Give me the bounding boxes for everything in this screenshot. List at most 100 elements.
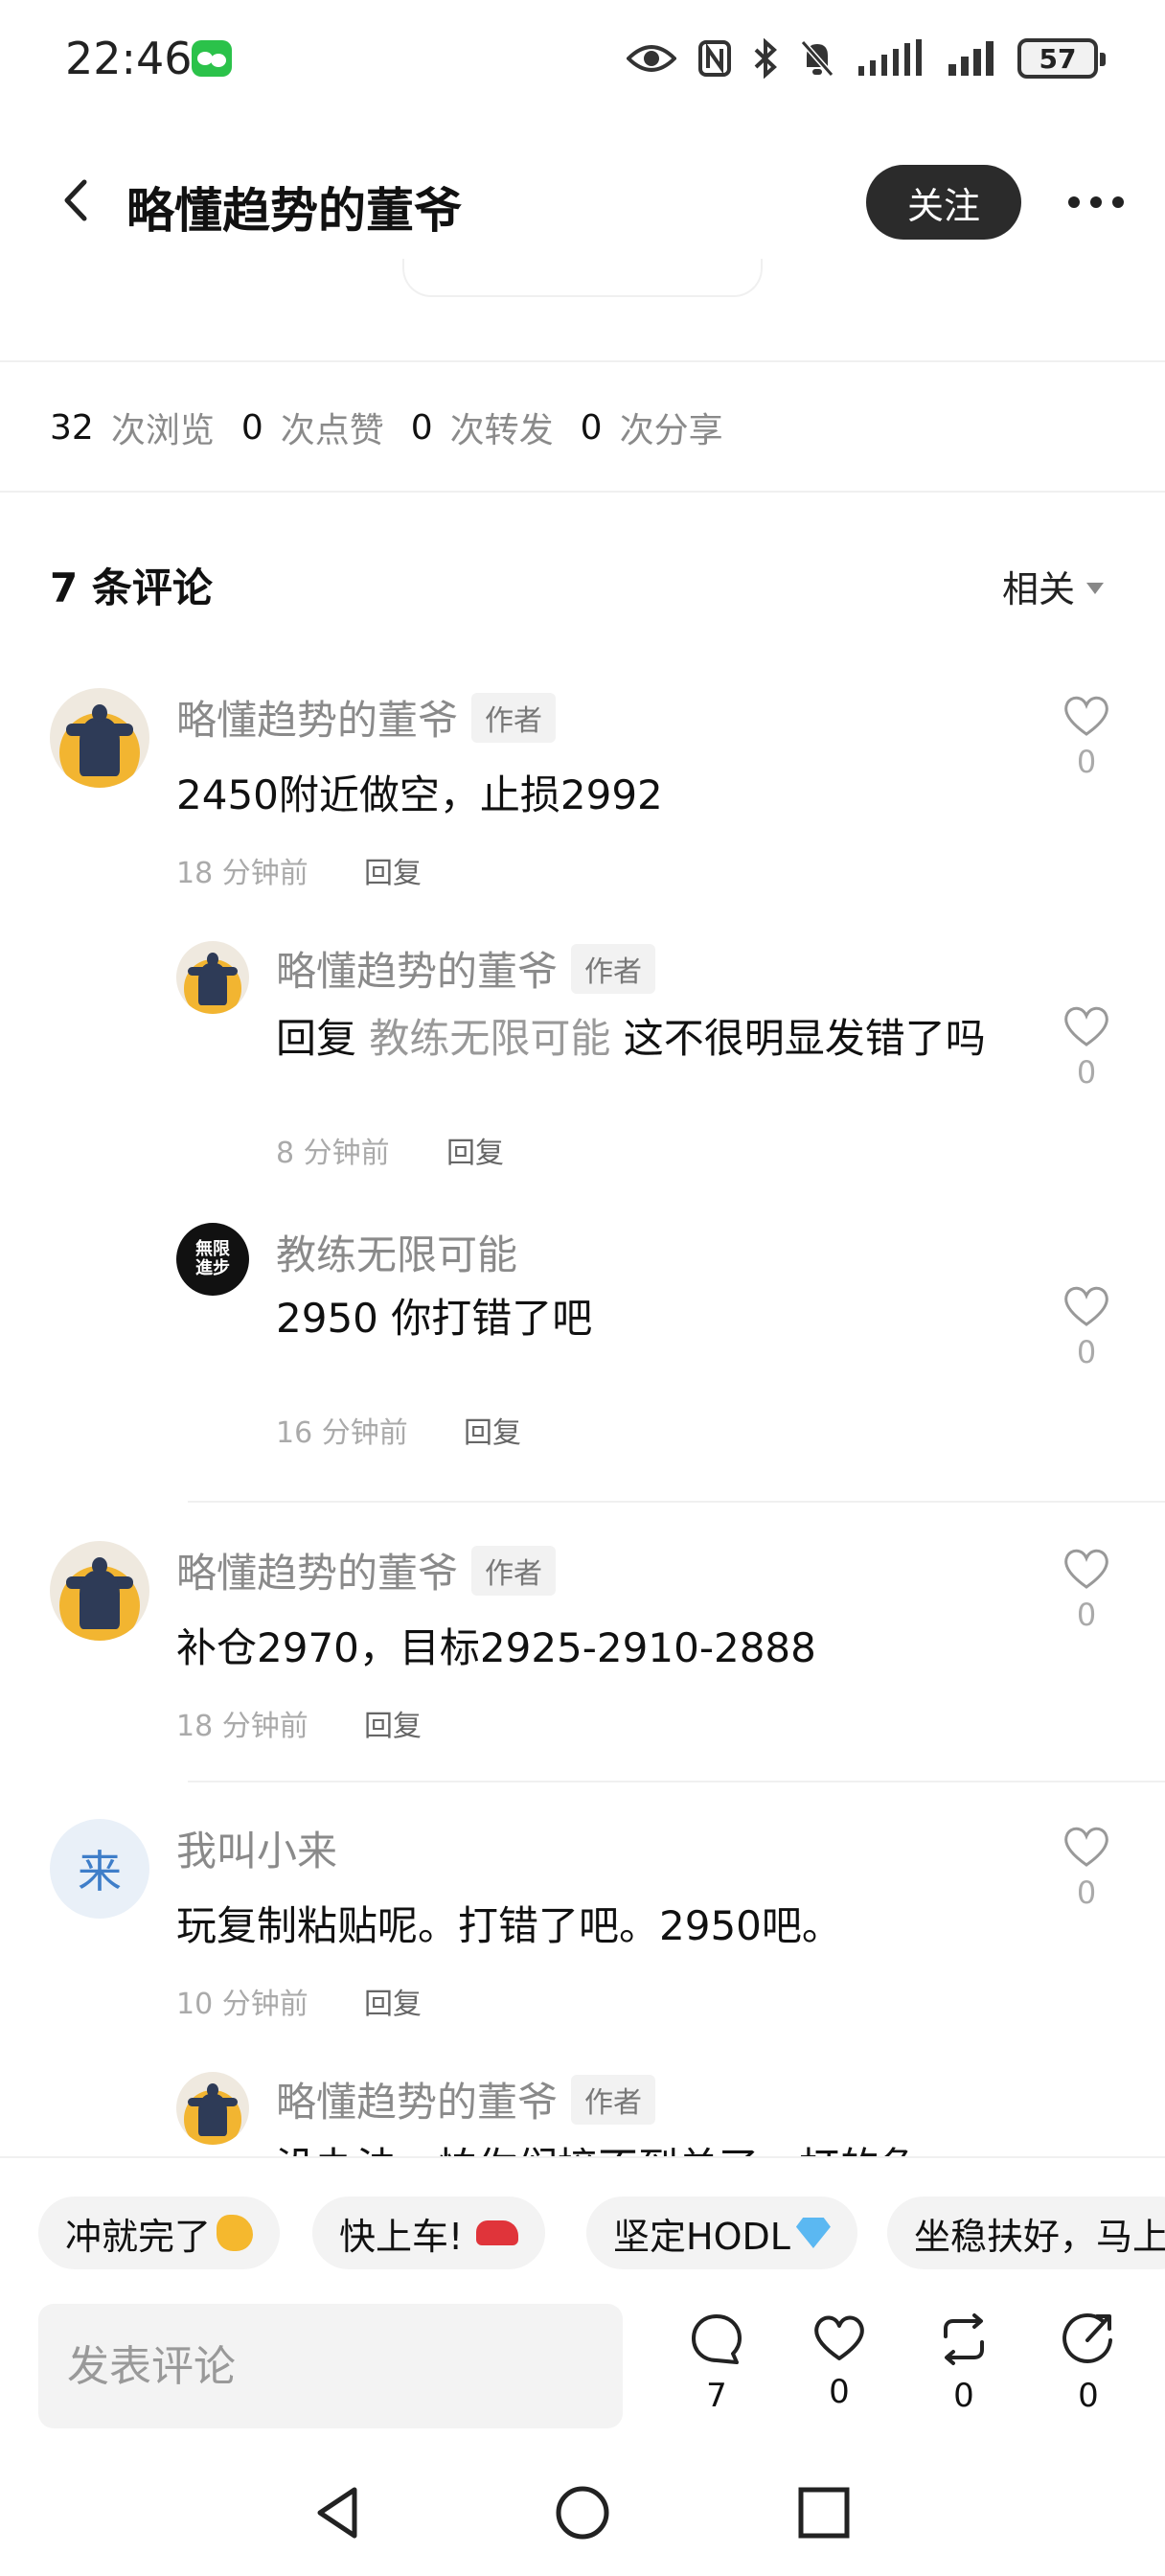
reply-button[interactable]: 回复 (364, 1702, 422, 1744)
divider (0, 491, 1165, 493)
like-button[interactable]: 0 (1060, 1823, 1113, 1911)
like-count: 0 (1076, 744, 1097, 780)
avatar[interactable] (50, 688, 149, 788)
reply-button[interactable]: 回复 (464, 1409, 521, 1451)
share-icon (1062, 2313, 1112, 2363)
battery-indicator: 57 (1017, 38, 1106, 79)
avatar[interactable] (50, 1541, 149, 1641)
author-name: 略懂趋势的董爷 (176, 1550, 459, 1597)
reaction-label: 坚定HODL (613, 2215, 790, 2258)
sort-label: 相关 (1002, 568, 1076, 610)
author-badge: 作者 (571, 2074, 656, 2125)
comments-action-count: 7 (706, 2377, 727, 2415)
likes-count: 0 (240, 407, 263, 448)
heart-icon (1064, 1006, 1108, 1046)
author-badge: 作者 (471, 1545, 557, 1596)
system-nav-bar (0, 2453, 1165, 2576)
wechat-notification-icon (192, 40, 232, 77)
comment-author[interactable]: 略懂趋势的董爷 作者 (276, 2070, 656, 2128)
flexed-bicep-icon (217, 2215, 254, 2251)
share-action-button[interactable]: 0 (1050, 2312, 1127, 2415)
views-count: 32 (50, 407, 94, 448)
nav-back-icon[interactable] (308, 2482, 370, 2543)
comment-author[interactable]: 略懂趋势的董爷 作者 (276, 939, 656, 998)
comment-author[interactable]: 我叫小来 (176, 1819, 337, 1877)
quick-reactions-bar: 冲就完了 快上车! 坚定HODL 坐稳扶好，马上 (0, 2156, 1165, 2300)
comments-action-button[interactable]: 7 (678, 2312, 755, 2415)
author-badge: 作者 (571, 943, 656, 994)
like-button[interactable]: 0 (1060, 692, 1113, 780)
reaction-label: 坐稳扶好，马上 (914, 2215, 1165, 2258)
comment-author[interactable]: 教练无限可能 (276, 1223, 517, 1281)
reply-prefix: 回复 (276, 1015, 357, 1062)
comment-text: 补仓2970，目标2925-2910-2888 (176, 1624, 816, 1671)
like-count: 0 (1076, 1054, 1097, 1091)
author-name: 略懂趋势的董爷 (276, 948, 559, 995)
like-action-button[interactable]: 0 (801, 2312, 878, 2411)
like-button[interactable]: 0 (1060, 1002, 1113, 1091)
reposts-label: 次转发 (449, 411, 554, 450)
signal-icon-2 (948, 41, 994, 76)
sort-dropdown[interactable]: 相关 (1002, 560, 1105, 612)
status-icons: 57 (627, 34, 1106, 82)
avatar[interactable]: 来 (50, 1819, 149, 1919)
nfc-icon (698, 40, 731, 77)
comment-time: 16 分钟前 (276, 1416, 408, 1450)
nav-home-icon[interactable] (552, 2482, 613, 2543)
heart-icon (814, 2315, 864, 2360)
author-badge: 作者 (471, 692, 557, 743)
more-options-icon[interactable] (1067, 196, 1125, 209)
article-content-edge (402, 259, 763, 297)
car-icon (476, 2220, 519, 2245)
comment-text: 回复 教练无限可能 这不很明显发错了吗 (276, 1006, 986, 1065)
avatar[interactable]: 無限 進步 (176, 1223, 249, 1296)
comment-author[interactable]: 略懂趋势的董爷 作者 (176, 1541, 557, 1599)
repost-action-count: 0 (953, 2377, 974, 2415)
comment-author[interactable]: 略懂趋势的董爷 作者 (176, 688, 557, 747)
follow-button[interactable]: 关注 (866, 165, 1021, 240)
views-label: 次浏览 (110, 411, 215, 450)
divider (188, 1501, 1165, 1503)
author-name: 我叫小来 (176, 1828, 338, 1874)
repost-action-button[interactable]: 0 (925, 2312, 1002, 2415)
reaction-chip[interactable]: 冲就完了 (38, 2196, 281, 2269)
reply-text: 这不很明显发错了吗 (623, 1015, 986, 1062)
shares-count: 0 (580, 407, 603, 448)
mention-link[interactable]: 教练无限可能 (369, 1015, 610, 1062)
bluetooth-icon (754, 38, 777, 79)
comment-input[interactable] (38, 2304, 623, 2428)
reaction-chip[interactable]: 快上车! (312, 2196, 546, 2269)
avatar[interactable] (176, 941, 249, 1014)
like-action-count: 0 (829, 2373, 850, 2411)
avatar[interactable] (176, 2072, 249, 2145)
nav-recents-icon[interactable] (793, 2482, 855, 2543)
like-count: 0 (1076, 1874, 1097, 1911)
reply-button[interactable]: 回复 (364, 1980, 422, 2022)
like-button[interactable]: 0 (1060, 1545, 1113, 1633)
signal-icon-1 (858, 39, 922, 76)
reply-button[interactable]: 回复 (446, 1129, 504, 1171)
reaction-chip[interactable]: 坐稳扶好，马上 (887, 2196, 1165, 2269)
caret-down-icon (1086, 582, 1105, 594)
comment-time: 18 分钟前 (176, 857, 308, 890)
like-count: 0 (1076, 1597, 1097, 1633)
author-name: 教练无限可能 (276, 1231, 518, 1278)
reposts-count: 0 (410, 407, 433, 448)
reaction-chip[interactable]: 坚定HODL (586, 2196, 857, 2269)
divider (0, 360, 1165, 362)
comment-text: 2450附近做空，止损2992 (176, 771, 663, 818)
eye-icon (627, 45, 676, 72)
repost-icon (944, 2313, 984, 2365)
comment-text: 2950 你打错了吧 (276, 1295, 593, 1342)
comment-input-bar: 7 0 0 0 (0, 2300, 1165, 2444)
likes-label: 次点赞 (280, 411, 384, 450)
reaction-label: 冲就完了 (65, 2215, 212, 2258)
heart-icon (1064, 1549, 1108, 1589)
like-button[interactable]: 0 (1060, 1282, 1113, 1370)
comment-time: 8 分钟前 (276, 1137, 390, 1170)
heart-icon (1064, 1286, 1108, 1326)
back-arrow-icon[interactable] (54, 176, 102, 224)
reply-button[interactable]: 回复 (364, 849, 422, 891)
status-bar: 22:46 57 (0, 0, 1165, 115)
status-time: 22:46 (65, 33, 193, 84)
